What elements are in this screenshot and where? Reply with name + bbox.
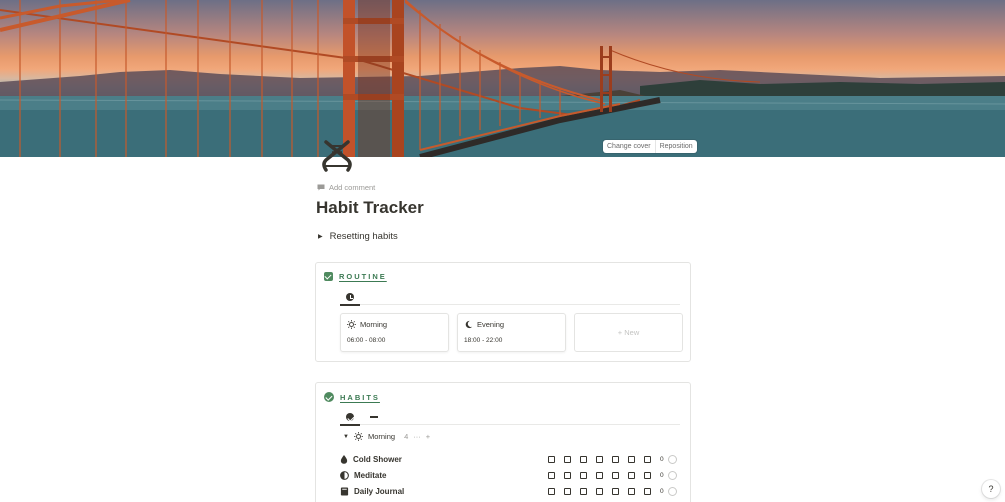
add-comment-label: Add comment — [329, 183, 376, 192]
day-checkbox[interactable] — [564, 487, 571, 495]
clock-icon — [346, 293, 354, 301]
check-square-icon — [324, 272, 333, 281]
routine-card-morning[interactable]: Morning 06:00 - 08:00 — [340, 313, 449, 352]
habit-checkboxes — [548, 487, 651, 495]
day-checkbox[interactable] — [580, 455, 587, 463]
card-time: 06:00 - 08:00 — [347, 337, 386, 344]
day-checkbox[interactable] — [628, 487, 635, 495]
group-name: Morning — [367, 432, 396, 441]
habits-header[interactable]: HABITS — [340, 393, 380, 402]
habit-name: Meditate — [354, 470, 387, 480]
day-checkbox[interactable] — [644, 487, 651, 495]
help-button[interactable]: ? — [982, 480, 1000, 498]
progress-ring-icon — [668, 486, 677, 496]
day-checkbox[interactable] — [564, 455, 571, 463]
routine-board: Morning 06:00 - 08:00 Evening 18:00 - 22… — [340, 313, 683, 352]
dna-icon[interactable] — [318, 138, 358, 174]
check-circle-icon — [324, 392, 334, 402]
day-checkbox[interactable] — [628, 471, 635, 479]
day-checkbox[interactable] — [564, 471, 571, 479]
table-row[interactable]: Daily Journal 0 — [340, 484, 677, 498]
habits-view-tab-list[interactable] — [364, 409, 384, 425]
routine-view-tab[interactable] — [340, 289, 360, 306]
routine-view-tabs — [340, 289, 680, 306]
change-cover-button[interactable]: Change cover — [603, 140, 655, 153]
day-checkbox[interactable] — [580, 471, 587, 479]
caret-down-icon[interactable]: ▼ — [343, 434, 349, 440]
check-circle-icon — [346, 413, 354, 421]
journal-icon — [340, 486, 349, 496]
habit-name: Cold Shower — [353, 454, 402, 464]
day-checkbox[interactable] — [644, 455, 651, 463]
comment-icon — [317, 184, 325, 191]
day-checkbox[interactable] — [548, 455, 555, 463]
habit-checkboxes — [548, 471, 651, 479]
day-checkbox[interactable] — [596, 455, 603, 463]
routine-card-evening[interactable]: Evening 18:00 - 22:00 — [457, 313, 566, 352]
day-checkbox[interactable] — [596, 487, 603, 495]
day-checkbox[interactable] — [548, 487, 555, 495]
half-circle-icon — [340, 470, 349, 480]
toggle-label: Resetting habits — [329, 231, 398, 242]
sun-icon — [347, 320, 356, 329]
page-title[interactable]: Habit Tracker — [316, 198, 424, 218]
table-row[interactable]: Cold Shower 0 — [340, 452, 677, 466]
day-checkbox[interactable] — [596, 471, 603, 479]
new-card-button[interactable]: + New — [574, 313, 683, 352]
routine-header[interactable]: ROUTINE — [339, 272, 387, 281]
progress-ring-icon — [668, 454, 677, 464]
dash-icon — [370, 416, 378, 418]
day-checkbox[interactable] — [548, 471, 555, 479]
day-checkbox[interactable] — [580, 487, 587, 495]
toggle-triangle-icon[interactable]: ▶ — [318, 234, 323, 240]
add-item-icon[interactable]: + — [426, 432, 430, 441]
add-comment-button[interactable]: Add comment — [317, 183, 375, 192]
habits-view-tab-checks[interactable] — [340, 409, 360, 426]
day-checkbox[interactable] — [628, 455, 635, 463]
table-row[interactable]: Meditate 0 — [340, 468, 677, 482]
day-checkbox[interactable] — [612, 471, 619, 479]
golden-gate-bridge-image — [0, 0, 1005, 157]
habit-count: 0 — [660, 471, 664, 479]
sun-icon — [353, 432, 363, 441]
day-checkbox[interactable] — [644, 471, 651, 479]
habit-count: 0 — [660, 455, 664, 463]
resetting-habits-toggle[interactable]: ▶ Resetting habits — [318, 231, 398, 242]
drop-icon — [340, 454, 348, 464]
reposition-button[interactable]: Reposition — [654, 140, 697, 153]
habit-count: 0 — [660, 487, 664, 495]
more-options-icon[interactable]: ··· — [413, 432, 421, 441]
card-title: Morning — [360, 320, 388, 329]
page-cover: Change cover Reposition — [0, 0, 1005, 157]
habits-view-tabs — [340, 409, 680, 426]
card-time: 18:00 - 22:00 — [464, 337, 503, 344]
group-header-morning[interactable]: ▼ Morning 4 ··· + — [343, 432, 430, 441]
day-checkbox[interactable] — [612, 455, 619, 463]
progress-ring-icon — [668, 470, 677, 480]
habit-name: Daily Journal — [354, 486, 405, 496]
habits-callout: HABITS ▼ Morning 4 ··· + Cold Shower 0 M… — [315, 382, 691, 502]
routine-callout: ROUTINE Morning 06:00 - 08:00 Evening 18… — [315, 262, 691, 362]
card-title: Evening — [477, 320, 505, 329]
day-checkbox[interactable] — [612, 487, 619, 495]
moon-icon — [465, 320, 473, 329]
group-count: 4 — [404, 432, 409, 441]
habit-checkboxes — [548, 455, 651, 463]
